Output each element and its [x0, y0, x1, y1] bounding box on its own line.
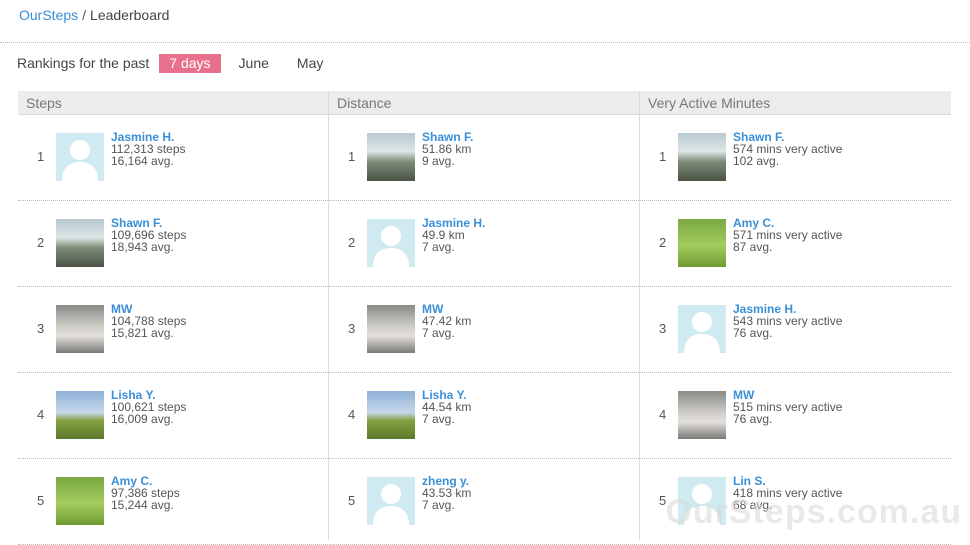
filter-label: Rankings for the past — [17, 55, 150, 71]
rank-number: 3 — [659, 321, 667, 336]
column-header: Steps — [18, 91, 328, 115]
user-stats: Jasmine H. 112,313 steps 16,164 avg. — [111, 131, 186, 167]
leaderboard-column: Steps 1 Jasmine H. 112,313 steps 16,164 avg.… — [18, 91, 329, 545]
stat-average: 15,244 avg. — [111, 498, 174, 512]
leaderboard-row: 2 Shawn F. 109,696 steps 18,943 avg. — [18, 201, 328, 287]
header-divider — [0, 42, 970, 43]
rank-number: 5 — [348, 493, 356, 508]
stat-average: 15,821 avg. — [111, 326, 174, 340]
leaderboard-column: Distance 1 Shawn F. 51.86 km 9 avg. 2 Jasmine … — [329, 91, 640, 545]
user-stats: Shawn F. 51.86 km 9 avg. — [422, 131, 473, 167]
breadcrumb-separator: / — [82, 7, 87, 23]
stat-average: 76 avg. — [733, 326, 773, 340]
default-avatar-icon[interactable] — [56, 133, 104, 181]
filter-option-june[interactable]: June — [229, 54, 279, 73]
user-stats: zheng y. 43.53 km 7 avg. — [422, 475, 471, 511]
leaderboard-row: 2 Amy C. 571 mins very active 87 avg. — [640, 201, 951, 287]
breadcrumb-current: Leaderboard — [90, 7, 170, 23]
rank-number: 4 — [659, 407, 667, 422]
user-stats: MW 515 mins very active 76 avg. — [733, 389, 842, 425]
stat-average: 87 avg. — [733, 240, 773, 254]
rank-number: 4 — [348, 407, 356, 422]
stat-average: 7 avg. — [422, 412, 455, 426]
stat-average: 9 avg. — [422, 154, 455, 168]
user-stats: MW 47.42 km 7 avg. — [422, 303, 471, 339]
ranking-filter: Rankings for the past 7 days June May — [17, 53, 341, 73]
leaderboard-table: Steps 1 Jasmine H. 112,313 steps 16,164 avg.… — [18, 91, 951, 545]
user-stats: Lisha Y. 100,621 steps 16,009 avg. — [111, 389, 186, 425]
leaderboard-row: 4 Lisha Y. 44.54 km 7 avg. — [329, 373, 639, 459]
user-avatar[interactable] — [678, 391, 726, 439]
user-avatar[interactable] — [56, 391, 104, 439]
user-avatar[interactable] — [678, 133, 726, 181]
default-avatar-icon[interactable] — [678, 305, 726, 353]
stat-average: 7 avg. — [422, 498, 455, 512]
column-header: Distance — [329, 91, 639, 115]
leaderboard-row: 1 Jasmine H. 112,313 steps 16,164 avg. — [18, 115, 328, 201]
user-stats: Lisha Y. 44.54 km 7 avg. — [422, 389, 471, 425]
breadcrumb: OurSteps / Leaderboard — [19, 7, 169, 23]
stat-average: 18,943 avg. — [111, 240, 174, 254]
stat-average: 16,164 avg. — [111, 154, 174, 168]
user-avatar[interactable] — [56, 219, 104, 267]
user-avatar[interactable] — [367, 305, 415, 353]
leaderboard-row: 5 zheng y. 43.53 km 7 avg. — [329, 459, 639, 545]
leaderboard-row: 4 Lisha Y. 100,621 steps 16,009 avg. — [18, 373, 328, 459]
user-avatar[interactable] — [367, 133, 415, 181]
user-avatar[interactable] — [367, 391, 415, 439]
rank-number: 2 — [37, 235, 45, 250]
user-stats: Amy C. 571 mins very active 87 avg. — [733, 217, 842, 253]
user-avatar[interactable] — [678, 219, 726, 267]
rank-number: 3 — [37, 321, 45, 336]
rank-number: 1 — [348, 149, 356, 164]
user-stats: Jasmine H. 49.9 km 7 avg. — [422, 217, 485, 253]
rank-number: 3 — [348, 321, 356, 336]
user-avatar[interactable] — [56, 305, 104, 353]
filter-option-may[interactable]: May — [287, 54, 333, 73]
rank-number: 1 — [659, 149, 667, 164]
leaderboard-row: 5 Amy C. 97,386 steps 15,244 avg. — [18, 459, 328, 545]
filter-option-7-days[interactable]: 7 days — [159, 53, 221, 73]
default-avatar-icon[interactable] — [367, 219, 415, 267]
leaderboard-row: 2 Jasmine H. 49.9 km 7 avg. — [329, 201, 639, 287]
rank-number: 2 — [659, 235, 667, 250]
leaderboard-row: 3 Jasmine H. 543 mins very active 76 avg. — [640, 287, 951, 373]
leaderboard-column: Very Active Minutes 1 Shawn F. 574 mins ver… — [640, 91, 951, 545]
leaderboard-row: 1 Shawn F. 51.86 km 9 avg. — [329, 115, 639, 201]
user-avatar[interactable] — [56, 477, 104, 525]
rank-number: 1 — [37, 149, 45, 164]
column-header: Very Active Minutes — [640, 91, 951, 115]
user-stats: Jasmine H. 543 mins very active 76 avg. — [733, 303, 842, 339]
watermark-logo: OurSteps.com.au — [665, 493, 962, 531]
leaderboard-row: 1 Shawn F. 574 mins very active 102 avg. — [640, 115, 951, 201]
stat-average: 7 avg. — [422, 240, 455, 254]
stat-average: 16,009 avg. — [111, 412, 174, 426]
rank-number: 5 — [37, 493, 45, 508]
default-avatar-icon[interactable] — [367, 477, 415, 525]
stat-average: 76 avg. — [733, 412, 773, 426]
breadcrumb-home-link[interactable]: OurSteps — [19, 7, 78, 23]
user-stats: MW 104,788 steps 15,821 avg. — [111, 303, 186, 339]
user-stats: Shawn F. 109,696 steps 18,943 avg. — [111, 217, 186, 253]
rank-number: 2 — [348, 235, 356, 250]
leaderboard-row: 4 MW 515 mins very active 76 avg. — [640, 373, 951, 459]
rank-number: 4 — [37, 407, 45, 422]
stat-average: 102 avg. — [733, 154, 780, 168]
user-stats: Shawn F. 574 mins very active 102 avg. — [733, 131, 842, 167]
stat-average: 7 avg. — [422, 326, 455, 340]
user-stats: Amy C. 97,386 steps 15,244 avg. — [111, 475, 180, 511]
leaderboard-row: 3 MW 47.42 km 7 avg. — [329, 287, 639, 373]
leaderboard-row: 3 MW 104,788 steps 15,821 avg. — [18, 287, 328, 373]
